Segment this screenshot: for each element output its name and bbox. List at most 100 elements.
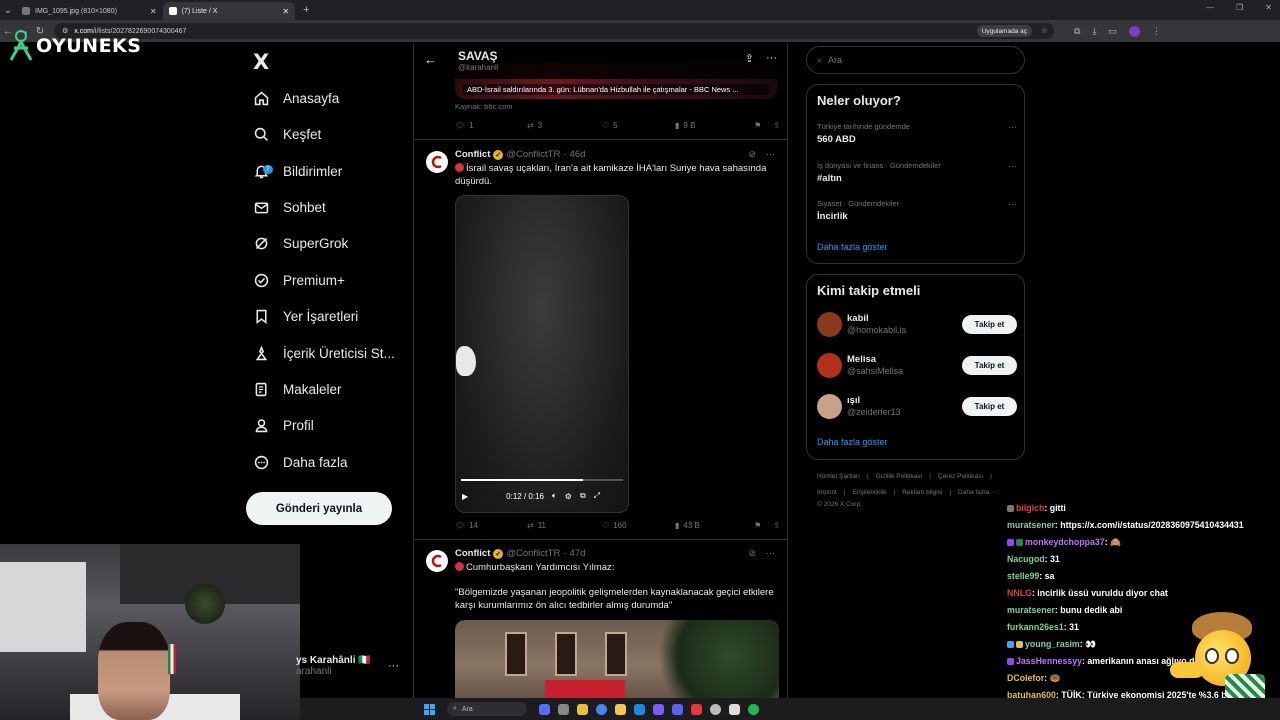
obs-icon[interactable] xyxy=(710,703,721,715)
sidebar-item-notifications[interactable]: 7 Bildirimler xyxy=(253,157,342,185)
app-icon[interactable] xyxy=(539,703,550,715)
more-options-icon[interactable]: ··· xyxy=(766,52,777,65)
show-more-link[interactable]: Daha fazla göster xyxy=(817,437,888,447)
tweet-time[interactable]: 47d xyxy=(570,548,586,559)
volume-icon[interactable]: 🔈︎ xyxy=(552,491,557,501)
extensions-icon[interactable]: ⧉ xyxy=(1074,26,1080,37)
sidebar-toggle-icon[interactable]: ▭ xyxy=(1108,26,1117,37)
profile-avatar[interactable] xyxy=(1128,25,1140,37)
views-button[interactable]: ▮ 43 B xyxy=(675,521,747,530)
reply-button[interactable]: 💬︎ 1 xyxy=(455,121,527,130)
sidebar-item-chat[interactable]: Sohbet xyxy=(253,193,326,221)
windows-start-icon[interactable] xyxy=(424,703,435,715)
browser-tab-x-list[interactable]: (7) Liste / X ✕ xyxy=(162,2,296,20)
follow-button[interactable]: Takip et xyxy=(962,397,1017,416)
account-more-icon[interactable]: ··· xyxy=(388,660,399,672)
trend-item[interactable]: İş dünyası ve finans · Gündemdekiler #al… xyxy=(817,161,1017,184)
video-player[interactable]: ▶ 0:12 / 0:16 🔈︎ ⚙ ⧉ ⤢ xyxy=(455,195,629,513)
more-options-icon[interactable]: ··· xyxy=(766,548,775,559)
close-window-button[interactable]: ✕ xyxy=(1265,3,1272,12)
footer-link-ads-info[interactable]: Reklam bilgisi xyxy=(902,489,942,496)
star-icon[interactable]: ☆ xyxy=(1041,26,1048,35)
spotify-icon[interactable] xyxy=(748,703,759,715)
back-arrow-icon[interactable]: ← xyxy=(424,52,437,67)
follow-suggestion[interactable]: kabil @homokabil.is Takip et xyxy=(817,310,1017,340)
task-view-icon[interactable] xyxy=(558,703,569,715)
maximize-button[interactable]: ❐ xyxy=(1236,3,1243,12)
sidebar-item-bookmarks[interactable]: Yer İşaretleri xyxy=(253,302,358,330)
sidebar-item-supergrok[interactable]: SuperGrok xyxy=(253,229,348,257)
app-icon[interactable] xyxy=(729,703,740,715)
footer-link-terms[interactable]: Hizmet Şartları xyxy=(817,473,860,480)
like-button[interactable]: ♡ 5 xyxy=(602,121,675,130)
download-icon[interactable]: ⤓ xyxy=(1092,26,1096,37)
sidebar-item-more[interactable]: Daha fazla xyxy=(253,448,348,476)
folder-icon[interactable] xyxy=(615,703,626,715)
sidebar-item-explore[interactable]: Keşfet xyxy=(253,120,321,148)
settings-icon[interactable]: ⚙ xyxy=(565,492,572,501)
app-icon[interactable] xyxy=(653,703,664,715)
avatar[interactable] xyxy=(817,394,842,419)
bookmark-icon[interactable]: ⚑ xyxy=(754,121,761,130)
close-tab-icon[interactable]: ✕ xyxy=(150,7,157,16)
footer-link-accessibility[interactable]: Erişilebilirlik xyxy=(853,489,887,496)
avatar[interactable] xyxy=(426,550,448,572)
like-button[interactable]: ♡ 160 xyxy=(602,521,675,530)
bookmark-icon[interactable]: ⚑ xyxy=(754,521,761,530)
fullscreen-icon[interactable]: ⤢ xyxy=(594,491,600,501)
more-options-icon[interactable]: ··· xyxy=(1008,122,1017,132)
search-input[interactable]: ⌕ Ara xyxy=(806,46,1025,74)
sidebar-item-creator-studio[interactable]: İçerik Üreticisi St... xyxy=(253,339,395,367)
footer-link-cookies[interactable]: Çerez Politikası xyxy=(938,473,983,480)
views-button[interactable]: ▮ 9 B xyxy=(675,121,747,130)
follow-suggestion[interactable]: ışıl @zelderler13 Takip et xyxy=(817,392,1017,422)
author-handle[interactable]: @ConflictTR xyxy=(506,149,560,160)
follow-button[interactable]: Takip et xyxy=(962,315,1017,334)
taskbar-search[interactable]: ⌕ Ara xyxy=(447,702,527,716)
show-more-link[interactable]: Daha fazla göster xyxy=(817,242,888,252)
share-icon[interactable]: ⇪ xyxy=(773,121,780,130)
grok-icon[interactable]: ⊘ xyxy=(748,548,756,559)
follow-suggestion[interactable]: Melisa @sahsiMelisa Takip et xyxy=(817,351,1017,381)
author-name[interactable]: Conflict xyxy=(455,149,490,160)
x-logo[interactable]: X xyxy=(253,50,269,74)
trend-item[interactable]: Türkiye tarihinde gündemde 560 ABD ··· xyxy=(817,122,1017,145)
video-progress-bar[interactable] xyxy=(461,479,623,481)
footer-link-more[interactable]: Daha fazla ··· xyxy=(958,489,997,496)
reply-button[interactable]: 💬︎ 14 xyxy=(455,521,527,530)
more-options-icon[interactable]: ··· xyxy=(1008,199,1017,209)
sidebar-item-articles[interactable]: Makaleler xyxy=(253,375,342,403)
url-field[interactable]: ⚙ x.com /i/lists/2027822690074300467 Uyg… xyxy=(54,23,1054,39)
tab-menu-icon[interactable]: ⌄ xyxy=(0,5,16,16)
picture-in-picture-icon[interactable]: ⧉ xyxy=(580,491,586,501)
grok-icon[interactable]: ⊘ xyxy=(748,149,756,160)
sidebar-item-profile[interactable]: Profil xyxy=(253,411,314,439)
footer-link-privacy[interactable]: Gizlilik Politikası xyxy=(876,473,923,480)
tweet-photo[interactable] xyxy=(455,620,779,698)
repost-button[interactable]: ⇄ 3 xyxy=(527,121,602,130)
close-tab-icon[interactable]: ✕ xyxy=(282,7,289,16)
file-explorer-icon[interactable] xyxy=(577,703,588,715)
footer-link-imprint[interactable]: Imprint xyxy=(817,489,837,496)
app-icon[interactable] xyxy=(691,703,702,715)
share-icon[interactable]: ⇪ xyxy=(773,521,780,530)
avatar[interactable] xyxy=(817,353,842,378)
play-icon[interactable]: ▶ xyxy=(462,492,468,501)
trend-item[interactable]: Siyaset · Gündemdekiler İncirlik ··· xyxy=(817,199,1017,222)
new-tab-button[interactable]: + xyxy=(295,4,317,16)
avatar[interactable] xyxy=(426,151,448,173)
avatar[interactable] xyxy=(817,312,842,337)
edge-icon[interactable] xyxy=(634,703,645,715)
sidebar-item-home[interactable]: Anasayfa xyxy=(253,84,339,112)
author-handle[interactable]: @ConflictTR xyxy=(506,548,560,559)
repost-button[interactable]: ⇄ 11 xyxy=(527,521,602,530)
share-icon[interactable]: ⇪ xyxy=(745,52,754,65)
account-switcher[interactable]: ys Karahânli 🇮🇹 arahanli xyxy=(296,655,371,677)
tweet-time[interactable]: 46d xyxy=(570,149,586,160)
more-options-icon[interactable]: ··· xyxy=(1008,161,1017,171)
chrome-icon[interactable] xyxy=(596,703,607,715)
author-name[interactable]: Conflict xyxy=(455,548,490,559)
browser-menu-icon[interactable]: ⋮ xyxy=(1152,26,1161,37)
discord-icon[interactable] xyxy=(672,703,683,715)
follow-button[interactable]: Takip et xyxy=(962,356,1017,375)
